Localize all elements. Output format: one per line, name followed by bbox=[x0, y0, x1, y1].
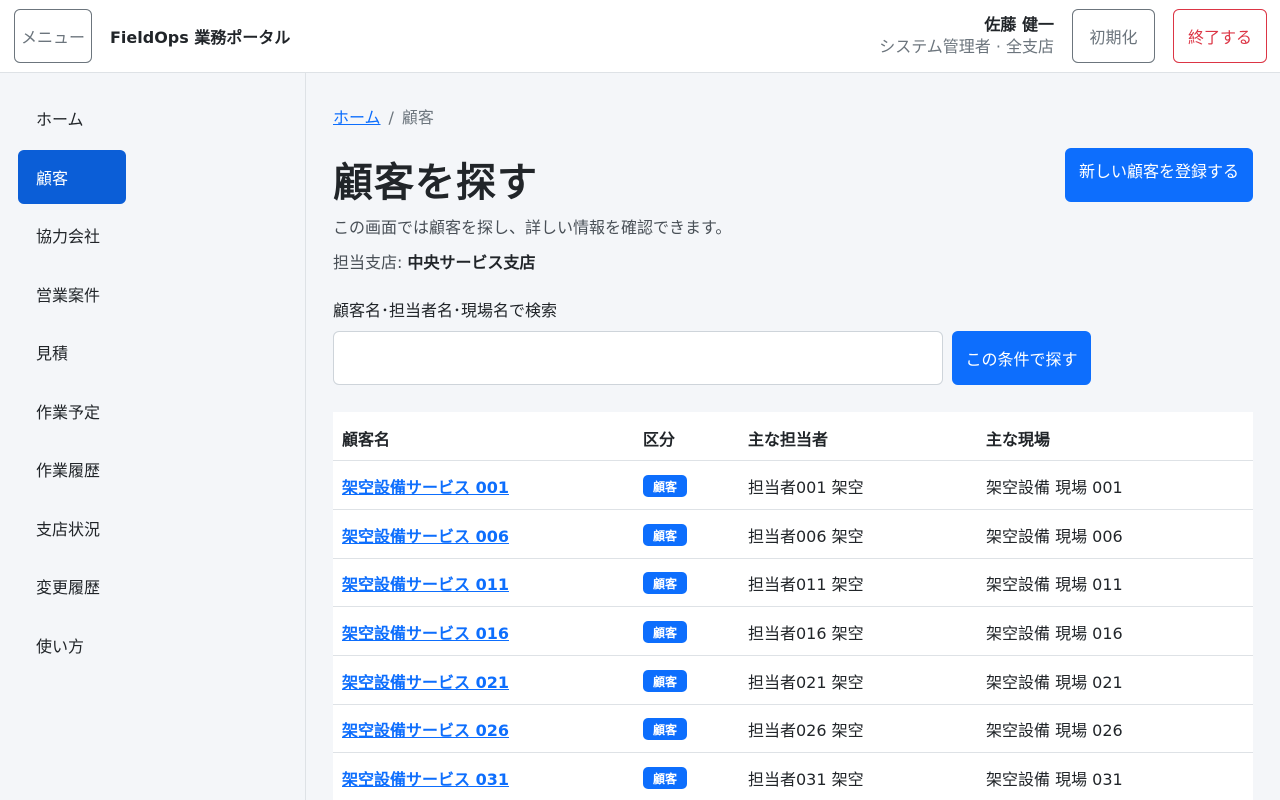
branch-value: 中央サービス支店 bbox=[407, 253, 536, 272]
table-row: 架空設備サービス 011 顧客 担当者011 架空 架空設備 現場 011 bbox=[333, 558, 1253, 607]
type-badge: 顧客 bbox=[643, 718, 687, 740]
column-header-type: 区分 bbox=[643, 430, 676, 449]
table-row: 架空設備サービス 016 顧客 担当者016 架空 架空設備 現場 016 bbox=[333, 607, 1253, 656]
table-row: 架空設備サービス 001 顧客 担当者001 架空 架空設備 現場 001 bbox=[333, 461, 1253, 510]
column-header-name: 顧客名 bbox=[342, 430, 391, 449]
type-badge: 顧客 bbox=[643, 524, 687, 546]
page-description: この画面では顧客を探し、詳しい情報を確認できます。 bbox=[333, 218, 732, 237]
table-header: 顧客名 区分 主な担当者 主な現場 bbox=[333, 412, 1253, 461]
contact-cell: 担当者011 架空 bbox=[748, 575, 864, 594]
table-row: 架空設備サービス 026 顧客 担当者026 架空 架空設備 現場 026 bbox=[333, 704, 1253, 753]
customer-name-link[interactable]: 架空設備サービス 006 bbox=[342, 523, 509, 547]
customer-name-link[interactable]: 架空設備サービス 031 bbox=[342, 766, 509, 790]
site-cell: 架空設備 現場 026 bbox=[986, 721, 1123, 740]
customer-table: 顧客名 区分 主な担当者 主な現場 架空設備サービス 001 顧客 担当者001… bbox=[333, 412, 1253, 800]
site-cell: 架空設備 現場 006 bbox=[986, 527, 1123, 546]
contact-cell: 担当者001 架空 bbox=[748, 478, 864, 497]
app-title: FieldOps 業務ポータル bbox=[110, 28, 291, 47]
site-cell: 架空設備 現場 016 bbox=[986, 624, 1123, 643]
site-cell: 架空設備 現場 031 bbox=[986, 770, 1123, 789]
reset-button[interactable]: 初期化 bbox=[1072, 9, 1155, 63]
search-input[interactable] bbox=[333, 331, 943, 385]
type-badge: 顧客 bbox=[643, 670, 687, 692]
site-cell: 架空設備 現場 021 bbox=[986, 673, 1123, 692]
contact-cell: 担当者006 架空 bbox=[748, 527, 864, 546]
sidebar-item-schedule[interactable]: 作業予定 bbox=[18, 384, 126, 438]
top-header: メニュー FieldOps 業務ポータル 佐藤 健一 システム管理者 · 全支店… bbox=[0, 0, 1280, 73]
contact-cell: 担当者026 架空 bbox=[748, 721, 864, 740]
user-name: 佐藤 健一 bbox=[984, 15, 1054, 34]
table-row: 架空設備サービス 006 顧客 担当者006 架空 架空設備 現場 006 bbox=[333, 510, 1253, 559]
sidebar-item-home[interactable]: ホーム bbox=[18, 91, 126, 145]
customer-name-link[interactable]: 架空設備サービス 001 bbox=[342, 474, 509, 498]
sidebar-item-deals[interactable]: 営業案件 bbox=[18, 267, 126, 321]
breadcrumb: ホーム / 顧客 bbox=[333, 104, 434, 128]
type-badge: 顧客 bbox=[643, 621, 687, 643]
sidebar-item-branch-status[interactable]: 支店状況 bbox=[18, 501, 126, 555]
site-cell: 架空設備 現場 011 bbox=[986, 575, 1123, 594]
sidebar-nav: ホーム 顧客 協力会社 営業案件 見積 作業予定 作業履歴 支店状況 変更履歴 … bbox=[0, 73, 306, 800]
table-row: 架空設備サービス 031 顧客 担当者031 架空 架空設備 現場 031 bbox=[333, 753, 1253, 800]
page-title: 顧客を探す bbox=[333, 160, 538, 206]
logout-button[interactable]: 終了する bbox=[1173, 9, 1267, 63]
customer-name-link[interactable]: 架空設備サービス 016 bbox=[342, 620, 509, 644]
menu-button[interactable]: メニュー bbox=[14, 9, 92, 63]
sidebar-item-change-log[interactable]: 変更履歴 bbox=[18, 559, 126, 613]
search-label: 顧客名･担当者名･現場名で検索 bbox=[333, 301, 558, 320]
customer-name-link[interactable]: 架空設備サービス 026 bbox=[342, 717, 509, 741]
table-row: 架空設備サービス 021 顧客 担当者021 架空 架空設備 現場 021 bbox=[333, 656, 1253, 705]
search-button[interactable]: この条件で探す bbox=[952, 331, 1091, 385]
contact-cell: 担当者021 架空 bbox=[748, 673, 864, 692]
breadcrumb-separator: / bbox=[388, 108, 394, 127]
type-badge: 顧客 bbox=[643, 767, 687, 789]
new-customer-button[interactable]: 新しい顧客を登録する bbox=[1065, 148, 1253, 202]
type-badge: 顧客 bbox=[643, 475, 687, 497]
branch-info: 担当支店: 中央サービス支店 bbox=[333, 249, 536, 273]
customer-name-link[interactable]: 架空設備サービス 011 bbox=[342, 571, 509, 595]
contact-cell: 担当者016 架空 bbox=[748, 624, 864, 643]
user-role: システム管理者 · 全支店 bbox=[879, 37, 1054, 56]
type-badge: 顧客 bbox=[643, 572, 687, 594]
customer-name-link[interactable]: 架空設備サービス 021 bbox=[342, 669, 509, 693]
site-cell: 架空設備 現場 001 bbox=[986, 478, 1123, 497]
breadcrumb-current: 顧客 bbox=[401, 108, 434, 127]
column-header-site: 主な現場 bbox=[986, 430, 1051, 449]
branch-label: 担当支店: bbox=[333, 253, 403, 272]
contact-cell: 担当者031 架空 bbox=[748, 770, 864, 789]
sidebar-item-quotes[interactable]: 見積 bbox=[18, 325, 126, 379]
user-info: 佐藤 健一 システム管理者 · 全支店 bbox=[879, 13, 1054, 57]
sidebar-item-customers[interactable]: 顧客 bbox=[18, 150, 126, 204]
sidebar-item-work-history[interactable]: 作業履歴 bbox=[18, 442, 126, 496]
column-header-contact: 主な担当者 bbox=[748, 430, 829, 449]
sidebar-item-partners[interactable]: 協力会社 bbox=[18, 208, 126, 262]
sidebar-item-help[interactable]: 使い方 bbox=[18, 618, 126, 672]
breadcrumb-home-link[interactable]: ホーム bbox=[333, 108, 381, 127]
